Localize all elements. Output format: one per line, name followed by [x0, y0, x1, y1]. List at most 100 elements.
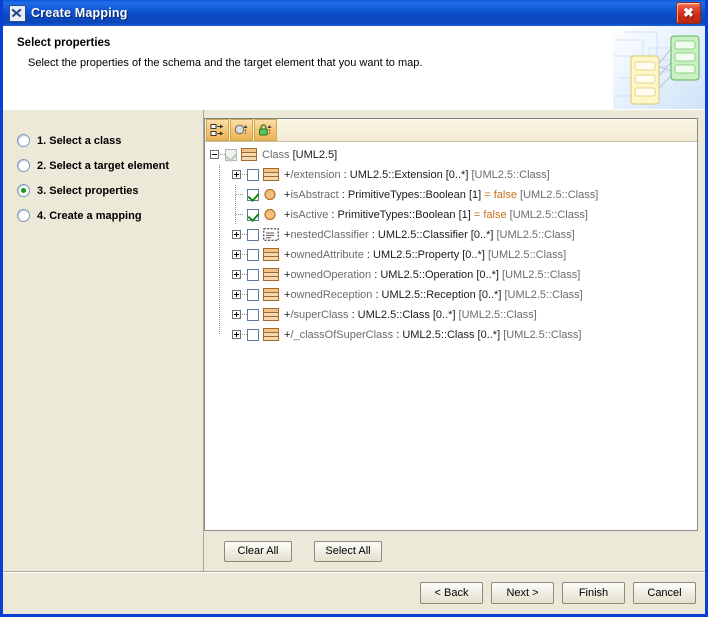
tree-row[interactable]: Class [UML2.5]: [209, 145, 697, 165]
tree-row[interactable]: +isAbstract : PrimitiveTypes::Boolean [1…: [209, 185, 697, 205]
page-subtitle: Select the properties of the schema and …: [28, 57, 423, 69]
tree-row-label: +isActive : PrimitiveTypes::Boolean [1] …: [284, 209, 588, 221]
step-label: 1. Select a class: [37, 134, 122, 147]
lock-arrow-icon: [259, 124, 272, 136]
tree-indent: [209, 225, 231, 245]
class-icon: [263, 308, 280, 322]
show-derived-button[interactable]: [206, 119, 229, 141]
sidebar-item-select-properties[interactable]: 3. Select properties: [3, 178, 203, 203]
title-bar: Create Mapping ✖: [3, 0, 705, 26]
tree-indent: [209, 165, 231, 185]
sidebar-item-select-a-class[interactable]: 1. Select a class: [3, 128, 203, 153]
tree-row-label: +nestedClassifier : UML2.5::Classifier […: [284, 229, 575, 241]
class-icon: [263, 288, 279, 301]
page-title: Select properties: [17, 37, 111, 49]
show-visibility-button[interactable]: [254, 119, 277, 141]
app-icon: [9, 4, 26, 22]
dialog-body: 1. Select a class 2. Select a target ele…: [3, 110, 705, 614]
row-checkbox[interactable]: [247, 229, 259, 241]
tree-row[interactable]: +ownedOperation : UML2.5::Operation [0..…: [209, 265, 697, 285]
show-inherited-button[interactable]: [230, 119, 253, 141]
step-label: 4. Create a mapping: [37, 209, 142, 222]
tree-row-label: +isAbstract : PrimitiveTypes::Boolean [1…: [284, 189, 599, 201]
class-icon: [241, 148, 257, 161]
create-mapping-dialog: Create Mapping ✖ Select properties Selec…: [0, 0, 708, 617]
tree-row-label: +ownedAttribute : UML2.5::Property [0..*…: [284, 249, 567, 261]
tree-row-label: +/_classOfSuperClass : UML2.5::Class [0.…: [284, 329, 582, 341]
property-tree[interactable]: Class [UML2.5]+/extension : UML2.5::Exte…: [205, 142, 697, 530]
row-checkbox[interactable]: [247, 329, 259, 341]
expand-icon[interactable]: [231, 327, 247, 343]
class-icon: [263, 308, 279, 321]
sidebar-item-create-a-mapping[interactable]: 4. Create a mapping: [3, 203, 203, 228]
step-label: 3. Select properties: [37, 184, 139, 197]
radio-icon: [17, 209, 30, 222]
window-title: Create Mapping: [31, 6, 128, 20]
class-icon: [241, 148, 258, 162]
tree-indent: [209, 285, 231, 305]
inherited-circle-arrow-icon: [234, 124, 248, 135]
close-button[interactable]: ✖: [676, 2, 701, 24]
expand-icon[interactable]: [231, 247, 247, 263]
dialog-footer: < Back Next > Finish Cancel: [3, 571, 705, 614]
tree-row[interactable]: +ownedAttribute : UML2.5::Property [0..*…: [209, 245, 697, 265]
tree-indent: [209, 185, 231, 205]
tree-guide: [231, 205, 247, 225]
sidebar-item-select-a-target-element[interactable]: 2. Select a target element: [3, 153, 203, 178]
attribute-icon: [264, 188, 276, 201]
expand-icon[interactable]: [231, 267, 247, 283]
main-split: 1. Select a class 2. Select a target ele…: [3, 110, 705, 571]
class-icon: [263, 248, 280, 262]
radio-icon: [17, 134, 30, 147]
tree-indent: [209, 245, 231, 265]
derived-icon: [210, 124, 224, 136]
class-icon: [263, 268, 280, 282]
row-checkbox-disabled: [225, 149, 237, 161]
step-label: 2. Select a target element: [37, 159, 170, 172]
row-checkbox[interactable]: [247, 169, 259, 181]
header-banner: Select properties Select the properties …: [3, 26, 705, 111]
back-button[interactable]: < Back: [420, 582, 483, 604]
tree-indent: [209, 205, 231, 225]
expand-icon[interactable]: [231, 227, 247, 243]
steps-sidebar: 1. Select a class 2. Select a target ele…: [3, 110, 204, 571]
next-button[interactable]: Next >: [491, 582, 554, 604]
tree-row-label: +/extension : UML2.5::Extension [0..*] […: [284, 169, 550, 181]
class-icon: [263, 268, 279, 281]
row-checkbox-checked[interactable]: [247, 209, 259, 221]
clear-all-button[interactable]: Clear All: [224, 540, 292, 562]
tree-row[interactable]: +ownedReception : UML2.5::Reception [0..…: [209, 285, 697, 305]
row-checkbox-checked[interactable]: [247, 189, 259, 201]
row-checkbox[interactable]: [247, 289, 259, 301]
expand-icon[interactable]: [231, 167, 247, 183]
radio-icon: [17, 159, 30, 172]
row-checkbox[interactable]: [247, 269, 259, 281]
class-icon: [263, 168, 279, 181]
tree-row[interactable]: +/extension : UML2.5::Extension [0..*] […: [209, 165, 697, 185]
tree-indent: [209, 265, 231, 285]
tree-row[interactable]: +/_classOfSuperClass : UML2.5::Class [0.…: [209, 325, 697, 345]
collapse-icon[interactable]: [209, 147, 225, 163]
tree-indent: [209, 325, 231, 345]
tree-row-label: +/superClass : UML2.5::Class [0..*] [UML…: [284, 309, 537, 321]
class-icon: [263, 328, 280, 342]
tree-row-label: +ownedReception : UML2.5::Reception [0..…: [284, 289, 583, 301]
expand-icon[interactable]: [231, 307, 247, 323]
class-icon: [263, 328, 279, 341]
attribute-icon: [264, 208, 276, 221]
tree-guide: [231, 185, 247, 205]
select-all-button[interactable]: Select All: [314, 540, 382, 562]
class-icon: [263, 248, 279, 261]
abstract-classifier-icon: [263, 228, 280, 242]
tree-row-label: +ownedOperation : UML2.5::Operation [0..…: [284, 269, 581, 281]
tree-row[interactable]: +nestedClassifier : UML2.5::Classifier […: [209, 225, 697, 245]
expand-icon[interactable]: [231, 287, 247, 303]
tree-row[interactable]: +/superClass : UML2.5::Class [0..*] [UML…: [209, 305, 697, 325]
finish-button[interactable]: Finish: [562, 582, 625, 604]
property-tree-box: Class [UML2.5]+/extension : UML2.5::Exte…: [204, 118, 698, 531]
tree-row[interactable]: +isActive : PrimitiveTypes::Boolean [1] …: [209, 205, 697, 225]
row-checkbox[interactable]: [247, 309, 259, 321]
row-checkbox[interactable]: [247, 249, 259, 261]
properties-pane: Class [UML2.5]+/extension : UML2.5::Exte…: [204, 110, 705, 571]
cancel-button[interactable]: Cancel: [633, 582, 696, 604]
